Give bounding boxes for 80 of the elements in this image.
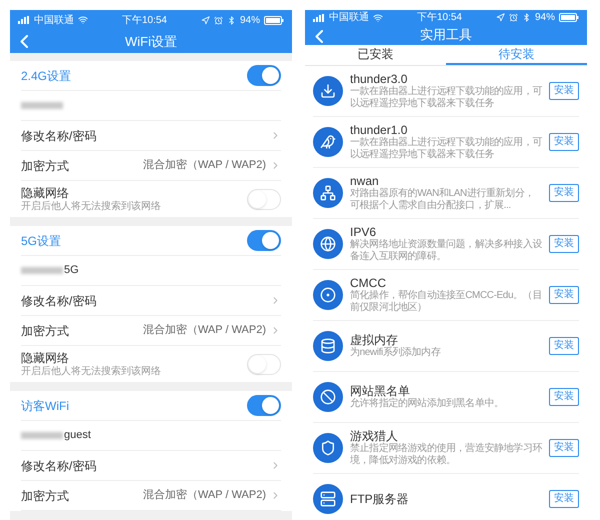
app-name: IPV6 [350, 224, 378, 238]
row-hint: 开启后他人将无法搜索到该网络 [21, 200, 161, 212]
bluetooth-icon [522, 13, 531, 22]
install-button[interactable]: 安装 [549, 82, 579, 100]
row-label: 隐藏网络 [21, 350, 70, 366]
install-button[interactable]: 安装 [549, 234, 579, 252]
signal-icon [313, 14, 325, 22]
app-name: 游戏猎人 [350, 428, 399, 442]
app-icon [313, 484, 343, 514]
battery-icon [264, 16, 284, 24]
install-button[interactable]: 安装 [549, 388, 579, 406]
app-icon [313, 228, 343, 258]
network-name-suffix: 5G [64, 263, 79, 278]
section-title: 访客WiFi [21, 398, 69, 414]
location-icon [200, 16, 210, 24]
app-name: thunder1.0 [350, 122, 408, 136]
app-icon [313, 432, 343, 462]
network-name-suffix: guest [64, 428, 91, 444]
back-chevron-icon [20, 35, 28, 48]
bluetooth-icon [226, 16, 236, 24]
toggle-switch[interactable] [247, 230, 281, 251]
install-button[interactable]: 安装 [549, 490, 579, 508]
location-icon [496, 13, 505, 22]
alarm-icon [214, 16, 223, 24]
install-button[interactable]: 安装 [549, 336, 579, 354]
signal-icon [18, 16, 30, 24]
battery-percent: 94% [240, 14, 260, 28]
app-description: 允许将指定的网站添加到黑名单中。 [350, 398, 505, 410]
app-icon [313, 330, 343, 360]
app-name: CMCC [350, 276, 387, 290]
app-description: 一款在路由器上进行远程下载功能的应用，可以远程遥控异地下载器来下载任务 [350, 86, 542, 110]
app-name: 网站黑名单 [350, 384, 411, 398]
blurred-network-name [21, 432, 63, 439]
app-description: 一款在路由器上进行远程下载功能的应用，可以远程遥控异地下载器来下载任务 [350, 136, 542, 160]
app-description: 为newifi系列添加内存 [350, 346, 442, 358]
app-name: FTP服务器 [350, 492, 410, 506]
blurred-network-name [21, 102, 63, 109]
app-description: 禁止指定网络游戏的使用，营造安静地学习环境，降低对游戏的依赖。 [350, 442, 542, 466]
blurred-network-name [21, 267, 63, 274]
section-title: 2.4G设置 [21, 68, 72, 84]
app-name: 虚拟内存 [350, 332, 399, 346]
battery-icon [558, 13, 579, 22]
wifi-icon [373, 12, 383, 22]
wifi-icon [78, 15, 88, 25]
app-icon [313, 76, 343, 106]
app-description: 解决网络地址资源数量问题，解决多种接入设备连入互联网的障碍。 [350, 238, 542, 262]
settings-row[interactable]: 加密方式 混合加密（WAP / WAP2) [21, 316, 281, 346]
install-button[interactable]: 安装 [549, 438, 579, 456]
app-name: thunder3.0 [350, 72, 408, 86]
settings-row[interactable]: 加密方式 混合加密（WAP / WAP2) [21, 151, 281, 181]
install-button[interactable]: 安装 [549, 132, 579, 150]
app-icon [313, 178, 343, 208]
back-chevron-icon [314, 30, 322, 43]
app-icon [313, 126, 343, 156]
app-icon [313, 382, 343, 412]
page-title: 实用工具 [420, 26, 472, 44]
alarm-icon [508, 13, 518, 22]
section-title: 5G设置 [21, 232, 62, 250]
app-icon [313, 280, 343, 310]
settings-row[interactable]: 修改名称/密码 [21, 121, 281, 151]
carrier-name: 中国联通 [329, 10, 369, 25]
app-name: nwan [350, 174, 380, 188]
tab[interactable]: 待安装 [446, 44, 587, 64]
toggle-switch[interactable] [247, 395, 281, 416]
status-time: 下午10:54 [416, 11, 462, 25]
row-label: 隐藏网络 [21, 186, 70, 200]
app-description: 简化操作，帮你自动连接至CMCC-Edu。（目前仅限河北地区） [350, 290, 542, 314]
row-hint: 开启后他人将无法搜索到该网络 [21, 366, 161, 378]
install-button[interactable]: 安装 [549, 286, 579, 304]
status-time: 下午10:54 [122, 14, 167, 28]
tab[interactable]: 已安装 [305, 44, 446, 64]
app-description: 对路由器原有的WAN和LAN进行重新划分，可根据个人需求自由分配接口，扩展... [350, 188, 536, 212]
install-button[interactable]: 安装 [549, 184, 579, 202]
settings-row[interactable]: 修改名称/密码 [21, 451, 281, 481]
settings-row[interactable]: 修改名称/密码 [21, 286, 281, 316]
toggle-switch[interactable] [247, 65, 281, 86]
page-title: WiFi设置 [125, 32, 177, 51]
settings-row[interactable]: 加密方式 混合加密（WAP / WAP2) [21, 481, 281, 511]
carrier-name: 中国联通 [34, 14, 74, 28]
battery-percent: 94% [534, 11, 555, 25]
